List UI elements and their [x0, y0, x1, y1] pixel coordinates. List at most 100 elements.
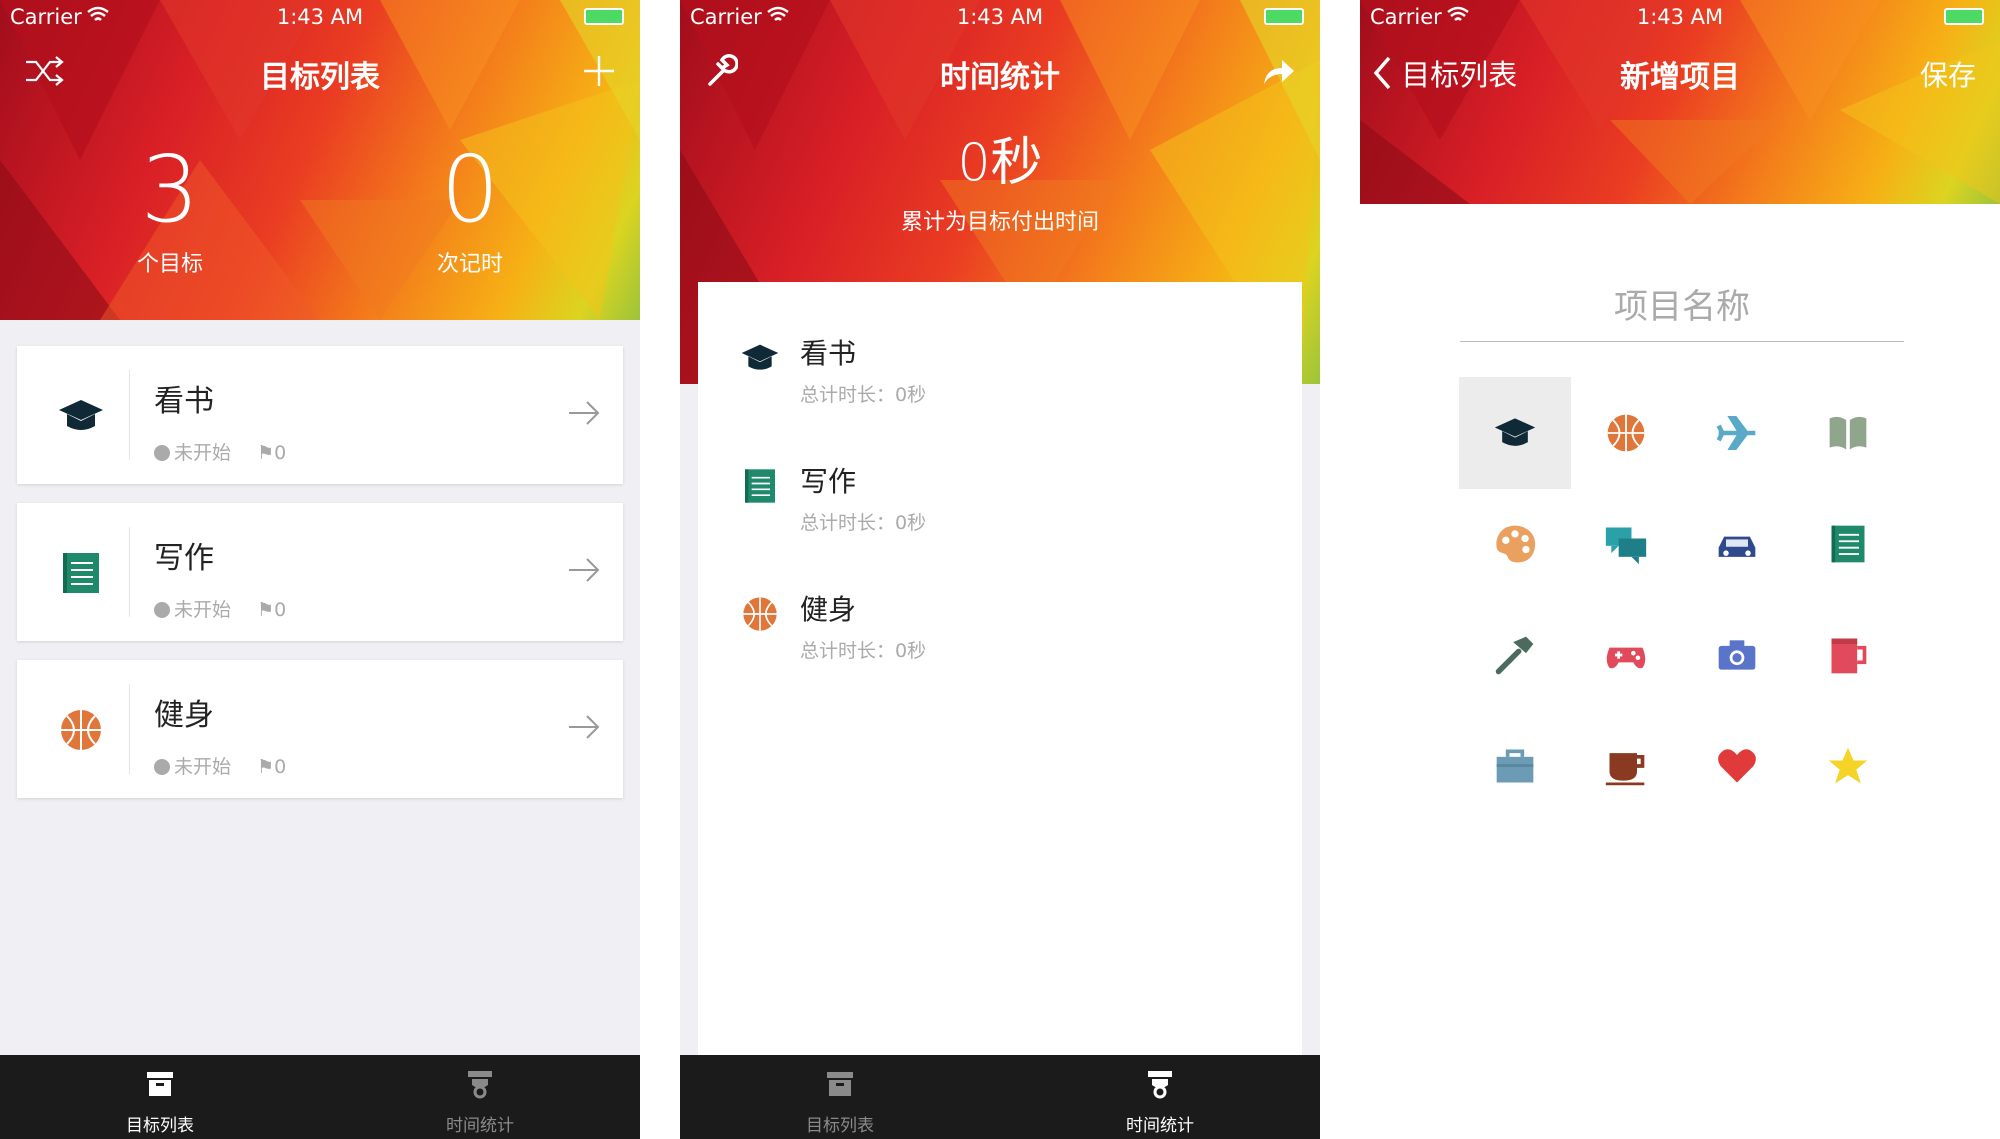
goal-card-writing[interactable]: 写作 未开始 ⚑0: [17, 503, 623, 641]
icon-option-basketball[interactable]: [1570, 377, 1682, 489]
heart-icon: [1718, 749, 1756, 783]
camera-icon: [1718, 640, 1756, 670]
goal-count: 0: [274, 599, 287, 621]
stat-title: 健身: [800, 593, 857, 626]
icon-option-graduation-cap[interactable]: [1459, 377, 1571, 489]
timing-count-value: 0: [440, 136, 500, 243]
flag-icon: ⚑: [257, 599, 275, 621]
archive-box-icon: [147, 1072, 173, 1096]
stat-title: 写作: [800, 465, 857, 498]
goal-card-reading[interactable]: 看书 未开始 ⚑0: [17, 346, 623, 484]
tab-bar: 目标列表 时间统计: [0, 1055, 640, 1139]
notebook-icon: [745, 469, 775, 503]
status-bar: Carrier 1:43 AM: [1360, 0, 2000, 36]
tab-time-stats[interactable]: 时间统计: [1000, 1055, 1320, 1139]
stat-row-fitness[interactable]: 健身 总计时长：0秒: [740, 588, 1260, 698]
tab-label: 目标列表: [126, 1116, 194, 1136]
clock-icon: [154, 759, 170, 775]
share-icon[interactable]: [1260, 56, 1296, 86]
goal-title: 健身: [154, 698, 214, 733]
goal-count-label: 个目标: [136, 252, 203, 277]
header-banner: Carrier 1:43 AM 目标列表 3 个目标 0 次记时: [0, 0, 640, 320]
goal-count-stat: 3 个目标: [110, 140, 230, 278]
icon-option-briefcase[interactable]: [1459, 710, 1571, 822]
flag-icon: ⚑: [257, 756, 275, 778]
icon-option-book[interactable]: [1792, 377, 1904, 489]
icon-option-hammer[interactable]: [1459, 599, 1571, 711]
goal-count: 0: [274, 756, 287, 778]
goal-meta: 未开始 ⚑0: [154, 595, 286, 622]
basketball-icon: [1607, 414, 1645, 452]
header-banner: Carrier 1:43 AM 目标列表 新增项目 保存: [1360, 0, 2000, 204]
trophy-icon: [468, 1071, 492, 1099]
tab-goal-list[interactable]: 目标列表: [0, 1055, 320, 1139]
goal-title: 写作: [154, 541, 214, 576]
item-name-placeholder: 项目名称: [1614, 287, 1750, 327]
stat-row-writing[interactable]: 写作 总计时长：0秒: [740, 460, 1260, 570]
car-icon: [1718, 536, 1756, 557]
mug-icon: [1831, 638, 1867, 674]
clock: 1:43 AM: [956, 5, 1044, 29]
basketball-icon: [61, 710, 101, 750]
palette-icon: [1496, 525, 1536, 563]
tab-time-stats[interactable]: 时间统计: [320, 1055, 640, 1139]
tab-goal-list[interactable]: 目标列表: [680, 1055, 1000, 1139]
navigation-bar: 目标列表 新增项目 保存: [1360, 40, 2000, 104]
item-name-input[interactable]: 项目名称: [1460, 283, 1904, 342]
stat-detail: 总计时长：0秒: [800, 640, 927, 662]
icon-option-heart[interactable]: [1681, 710, 1793, 822]
save-button[interactable]: 保存: [1920, 54, 1976, 94]
total-time-value: 0秒: [957, 133, 1043, 193]
icon-option-star[interactable]: [1792, 710, 1904, 822]
navigation-bar: 时间统计: [680, 40, 1320, 104]
trophy-icon: [1148, 1071, 1172, 1099]
navigation-bar: 目标列表: [0, 40, 640, 104]
stat-title: 看书: [800, 337, 857, 370]
archive-box-icon: [827, 1072, 853, 1096]
total-time-label: 累计为目标付出时间: [900, 210, 1099, 235]
goal-meta: 未开始 ⚑0: [154, 752, 286, 779]
icon-option-chat[interactable]: [1570, 488, 1682, 600]
clock: 1:43 AM: [1636, 5, 1724, 29]
battery-icon: [1264, 8, 1304, 25]
goal-title: 看书: [154, 384, 214, 419]
battery-icon: [584, 8, 624, 25]
goal-list-screen: Carrier 1:43 AM 目标列表 3 个目标 0 次记时 看书 未开始 ⚑…: [0, 0, 640, 1139]
add-item-screen: Carrier 1:43 AM 目标列表 新增项目 保存 项目名称: [1360, 0, 2000, 1139]
page-title: 目标列表: [260, 60, 380, 95]
hammer-icon: [1495, 636, 1534, 675]
notebook-icon: [63, 553, 99, 593]
coffee-icon: [1605, 753, 1645, 786]
goal-count: 0: [274, 442, 287, 464]
add-icon[interactable]: [582, 54, 616, 88]
icon-option-gamepad[interactable]: [1570, 599, 1682, 711]
stats-panel: 看书 总计时长：0秒 写作 总计时长：0秒 健身 总计时长：0秒: [698, 282, 1302, 1055]
icon-option-palette[interactable]: [1459, 488, 1571, 600]
airplane-icon: [1716, 416, 1756, 450]
icon-option-car[interactable]: [1681, 488, 1793, 600]
briefcase-icon: [1496, 749, 1534, 783]
icon-option-notebook[interactable]: [1792, 488, 1904, 600]
timing-count-stat: 0 次记时: [410, 140, 530, 278]
arrow-right-icon: [569, 715, 600, 739]
page-title: 新增项目: [1620, 60, 1740, 95]
battery-icon: [1944, 8, 1984, 25]
icon-option-camera[interactable]: [1681, 599, 1793, 711]
icon-option-airplane[interactable]: [1681, 377, 1793, 489]
arrow-right-icon: [569, 401, 600, 425]
goal-status: 未开始: [174, 442, 232, 464]
star-icon: [1828, 747, 1868, 784]
goal-card-fitness[interactable]: 健身 未开始 ⚑0: [17, 660, 623, 798]
clock-icon: [154, 445, 170, 461]
goal-count-value: 3: [140, 136, 200, 243]
goal-meta: 未开始 ⚑0: [154, 438, 286, 465]
icon-option-mug[interactable]: [1792, 599, 1904, 711]
stat-row-reading[interactable]: 看书 总计时长：0秒: [740, 332, 1260, 442]
total-time-stat: 0秒 累计为目标付出时间: [680, 128, 1320, 236]
card-divider: [129, 684, 130, 774]
icon-option-coffee[interactable]: [1570, 710, 1682, 822]
status-bar: Carrier 1:43 AM: [680, 0, 1320, 36]
graduation-cap-icon: [741, 344, 779, 370]
graduation-cap-icon: [1494, 418, 1536, 446]
goal-status: 未开始: [174, 599, 232, 621]
